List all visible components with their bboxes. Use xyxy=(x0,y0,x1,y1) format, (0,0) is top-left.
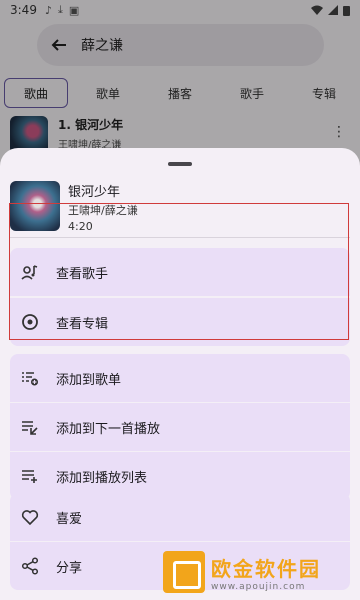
favorite-label: 喜爱 xyxy=(56,511,83,527)
bottom-sheet: 银河少年 王啸坤/薛之谦 4:20 查看歌手 查看专辑 添加到歌单 添加到下一首… xyxy=(0,148,360,600)
song-header: 银河少年 王啸坤/薛之谦 4:20 xyxy=(10,181,350,233)
favorite-button[interactable]: 喜爱 xyxy=(10,493,350,541)
song-artist: 王啸坤/薛之谦 xyxy=(68,204,138,217)
divider xyxy=(10,237,350,238)
add-to-queue-label: 添加到播放列表 xyxy=(56,470,148,486)
watermark: 欧金软件园 www.apoujin.com xyxy=(163,550,355,594)
drag-handle[interactable] xyxy=(168,162,192,166)
queue-add-icon xyxy=(20,466,40,486)
heart-icon xyxy=(20,507,40,527)
view-artist-button[interactable]: 查看歌手 xyxy=(10,248,350,296)
song-duration: 4:20 xyxy=(68,220,93,233)
add-to-playlist-button[interactable]: 添加到歌单 xyxy=(10,354,350,402)
playlist-add-icon xyxy=(20,368,40,388)
view-album-button[interactable]: 查看专辑 xyxy=(10,298,350,346)
share-icon xyxy=(20,556,40,576)
view-album-label: 查看专辑 xyxy=(56,316,109,332)
album-cover xyxy=(10,181,60,231)
watermark-logo xyxy=(163,551,205,593)
play-next-label: 添加到下一首播放 xyxy=(56,421,161,437)
play-next-icon xyxy=(20,417,40,437)
watermark-url: www.apoujin.com xyxy=(211,581,306,592)
play-next-button[interactable]: 添加到下一首播放 xyxy=(10,403,350,451)
share-label: 分享 xyxy=(56,560,83,576)
album-icon xyxy=(20,312,40,332)
artist-icon xyxy=(20,262,40,282)
view-artist-label: 查看歌手 xyxy=(56,266,109,282)
watermark-name: 欧金软件园 xyxy=(211,556,321,581)
song-name: 银河少年 xyxy=(68,185,121,200)
add-to-playlist-label: 添加到歌单 xyxy=(56,372,122,388)
